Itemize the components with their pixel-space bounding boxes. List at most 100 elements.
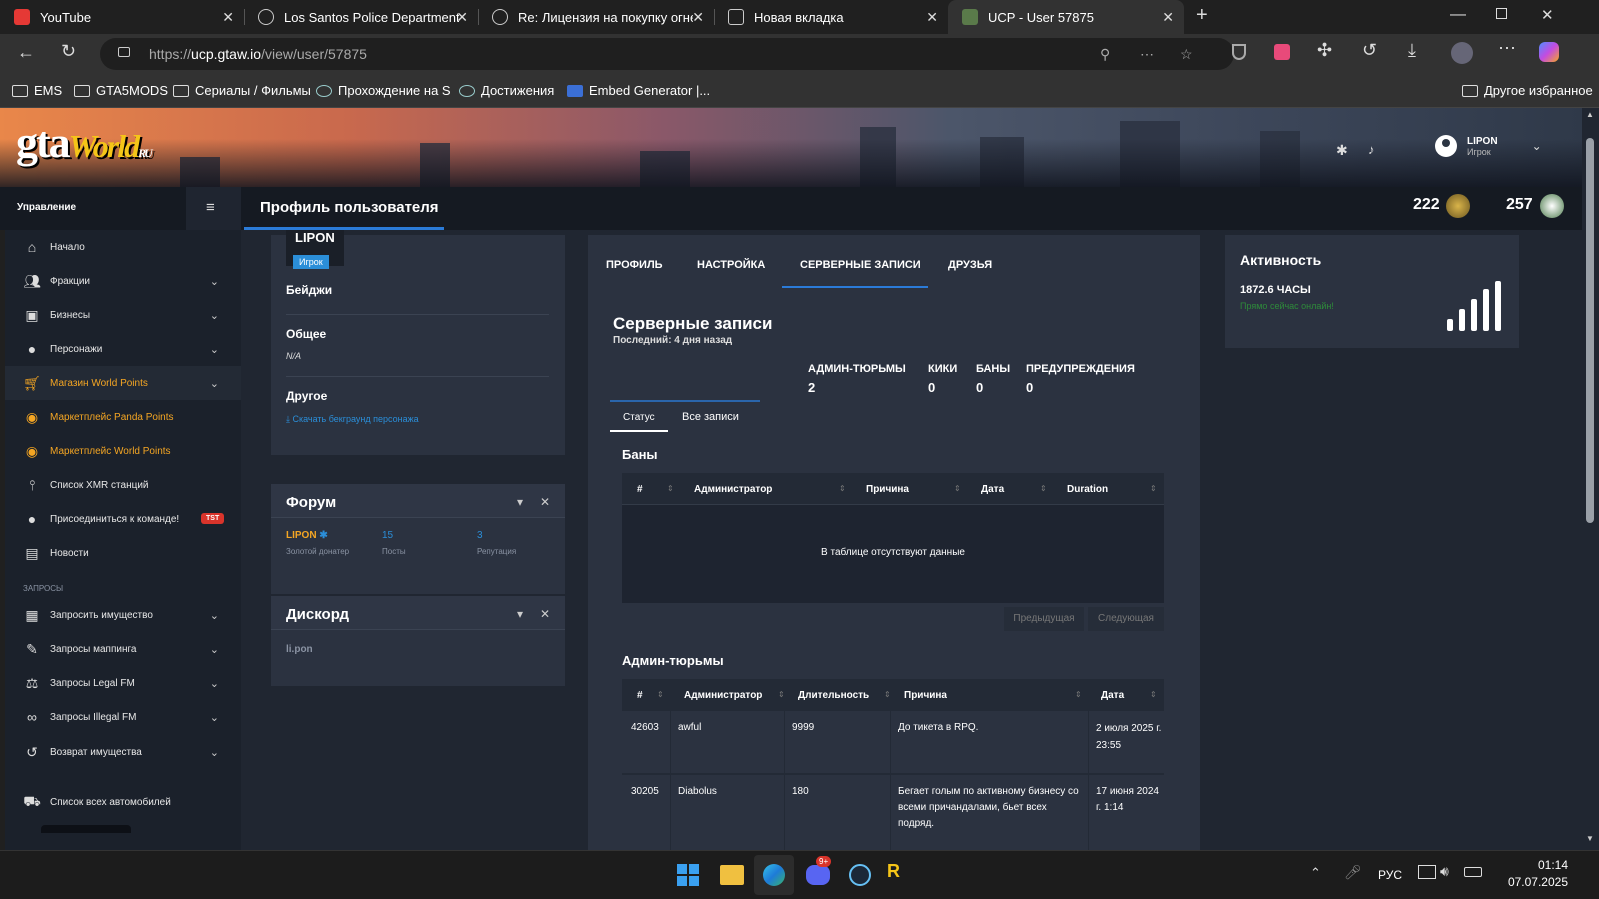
copilot-icon[interactable] — [1539, 42, 1559, 62]
tab-label: Re: Лицензия на покупку огнест — [518, 9, 693, 25]
sidebar-item-legal-fm[interactable]: ⚖ Запросы Legal FM ⌄ — [5, 666, 241, 700]
minimize-button[interactable]: — — [1450, 6, 1466, 24]
page-scrollbar[interactable]: ▲ ▼ — [1582, 108, 1599, 850]
forum-user-link[interactable]: LIPON ✱ — [286, 530, 328, 541]
sidebar-item-wp-shop[interactable]: 🛒︎ Магазин World Points ⌄ — [5, 366, 241, 400]
tab-license[interactable]: Re: Лицензия на покупку огнест ✕ — [478, 0, 714, 34]
tab-settings[interactable]: НАСТРОЙКА — [697, 259, 765, 271]
url-input[interactable]: https://ucp.gtaw.io/view/user/57875 ⚲ ⋯ … — [100, 38, 1234, 70]
notification-bell-icon[interactable]: ♪ — [1368, 142, 1375, 157]
bans-col-id[interactable]: # — [637, 484, 643, 495]
close-tab-icon[interactable]: ✕ — [222, 9, 234, 26]
jail-col-reason[interactable]: Причина — [904, 690, 947, 701]
download-background-link[interactable]: ⤓ Скачать бекграунд персонажа — [286, 414, 419, 425]
subtab-all-records[interactable]: Все записи — [682, 411, 739, 423]
close-tab-icon[interactable]: ✕ — [1162, 9, 1174, 26]
tab-youtube[interactable]: YouTube ✕ — [0, 0, 244, 34]
bookmark-embed[interactable]: Embed Generator |... — [567, 83, 710, 98]
sidebar-item-businesses[interactable]: ▣ Бизнесы ⌄ — [5, 298, 241, 332]
tab-friends[interactable]: ДРУЗЬЯ — [948, 259, 992, 271]
sidebar-item-xmr[interactable]: ⫯ Список XMR станций — [5, 468, 241, 502]
bans-col-date[interactable]: Дата — [981, 484, 1004, 495]
new-tab-button[interactable]: + — [1196, 4, 1208, 27]
cell-admin: Diabolus — [678, 786, 717, 797]
scroll-thumb[interactable] — [1586, 138, 1594, 523]
network-icon[interactable] — [1418, 865, 1436, 879]
restore-button[interactable] — [1496, 8, 1507, 19]
tab-new[interactable]: Новая вкладка ✕ — [714, 0, 948, 34]
back-button[interactable]: ← — [17, 42, 35, 63]
reload-button[interactable]: ↻ — [61, 41, 76, 62]
tab-server-records[interactable]: СЕРВЕРНЫЕ ЗАПИСИ — [800, 259, 921, 271]
favorite-star-icon[interactable]: ☆ — [1180, 38, 1193, 70]
sidebar-item-panda-market[interactable]: ◉ Маркетплейс Panda Points — [5, 400, 241, 434]
close-icon[interactable]: ✕ — [540, 607, 550, 621]
sidebar-item-home[interactable]: ⌂ Начало — [5, 230, 241, 264]
close-tab-icon[interactable]: ✕ — [692, 9, 704, 26]
tab-profile[interactable]: ПРОФИЛЬ — [606, 259, 663, 271]
bookmark-ems[interactable]: EMS — [12, 83, 62, 98]
sidebar-item-request-property[interactable]: ▦ Запросить имущество ⌄ — [5, 598, 241, 632]
subtab-status[interactable]: Статус — [623, 412, 655, 423]
windows-start-icon[interactable] — [677, 864, 699, 886]
jail-col-admin[interactable]: Администратор — [684, 690, 762, 701]
chevron-up-icon[interactable]: ⌃ — [1310, 865, 1321, 881]
reader-icon[interactable]: ⋯ — [1140, 38, 1154, 70]
zoom-icon[interactable]: ⚲ — [1100, 38, 1110, 70]
next-page-button[interactable]: Следующая — [1088, 607, 1164, 631]
bans-col-reason[interactable]: Причина — [866, 484, 909, 495]
site-logo[interactable]: gtaWorldRU — [16, 117, 153, 168]
sidebar-item-factions[interactable]: 👥︎ Фракции ⌄ — [5, 264, 241, 298]
bookmark-gta5mods[interactable]: GTA5MODS — [74, 83, 168, 98]
sidebar-item-refund[interactable]: ↺ Возврат имущества ⌄ — [5, 735, 241, 769]
tab-lspd[interactable]: Los Santos Police Department - H ✕ — [244, 0, 478, 34]
steam-icon[interactable] — [849, 864, 871, 886]
close-tab-icon[interactable]: ✕ — [456, 9, 468, 26]
clock-date[interactable]: 07.07.2025 — [1490, 875, 1568, 889]
puzzle-icon[interactable]: ✣ — [1317, 40, 1332, 61]
profile-avatar[interactable] — [1451, 42, 1473, 64]
file-explorer-icon[interactable] — [720, 865, 744, 885]
jail-col-duration[interactable]: Длительность — [798, 690, 869, 701]
sidebar-item-join-team[interactable]: ● Присоединиться к команде! TST — [5, 502, 241, 536]
sidebar-item-wp-market[interactable]: ◉ Маркетплейс World Points — [5, 434, 241, 468]
tab-ucp[interactable]: UCP - User 57875 ✕ — [948, 0, 1184, 34]
bookmark-series[interactable]: Сериалы / Фильмы — [173, 83, 311, 98]
discord-icon[interactable] — [806, 865, 830, 885]
more-menu-icon[interactable]: ⋯ — [1498, 38, 1516, 59]
rage-launcher-icon[interactable]: R — [887, 861, 900, 882]
sidebar-item-mapping[interactable]: ✎ Запросы маппинга ⌄ — [5, 632, 241, 666]
close-window-button[interactable]: ✕ — [1541, 6, 1554, 24]
prev-page-button[interactable]: Предыдущая — [1004, 607, 1084, 631]
language-indicator[interactable]: РУС — [1378, 868, 1402, 882]
volume-icon[interactable]: 🔊︎ — [1440, 863, 1449, 880]
sidebar-item-cars[interactable]: ⛟ Список всех автомобилей — [5, 785, 241, 819]
edge-icon[interactable] — [763, 864, 785, 886]
clock-time[interactable]: 01:14 — [1520, 858, 1568, 872]
microphone-icon[interactable]: 🎤︎ — [1344, 864, 1362, 881]
close-tab-icon[interactable]: ✕ — [926, 9, 938, 26]
close-icon[interactable]: ✕ — [540, 495, 550, 509]
extension-icon[interactable] — [1274, 44, 1290, 60]
bookmark-other[interactable]: Другое избранное — [1462, 83, 1593, 98]
battery-icon[interactable] — [1464, 867, 1482, 877]
jail-col-date[interactable]: Дата — [1101, 690, 1124, 701]
sidebar-toggle-button[interactable]: ≡ — [186, 187, 241, 230]
download-icon[interactable]: ⤓ — [1408, 40, 1416, 61]
scroll-down-icon[interactable]: ▼ — [1586, 834, 1594, 843]
scroll-up-icon[interactable]: ▲ — [1586, 110, 1594, 119]
bookmark-walkthrough[interactable]: Прохождение на S — [316, 83, 451, 98]
sidebar-item-news[interactable]: ▤ Новости — [5, 536, 241, 570]
user-menu[interactable]: LIPON Игрок ⌄ — [1435, 135, 1542, 157]
settings-gear-icon[interactable]: ✱ — [1336, 142, 1348, 159]
bans-col-admin[interactable]: Администратор — [694, 484, 772, 495]
collapse-icon[interactable]: ▾ — [517, 607, 523, 621]
collapse-icon[interactable]: ▾ — [517, 495, 523, 509]
bans-col-duration[interactable]: Duration — [1067, 484, 1108, 495]
shield-icon[interactable] — [1232, 44, 1246, 60]
sidebar-item-characters[interactable]: ● Персонажи ⌄ — [5, 332, 241, 366]
bookmark-achievements[interactable]: Достижения — [459, 83, 554, 98]
history-icon[interactable]: ↺ — [1362, 40, 1377, 61]
sidebar-item-illegal-fm[interactable]: ∞ Запросы Illegal FM ⌄ — [5, 700, 241, 734]
jail-col-id[interactable]: # — [637, 690, 643, 701]
